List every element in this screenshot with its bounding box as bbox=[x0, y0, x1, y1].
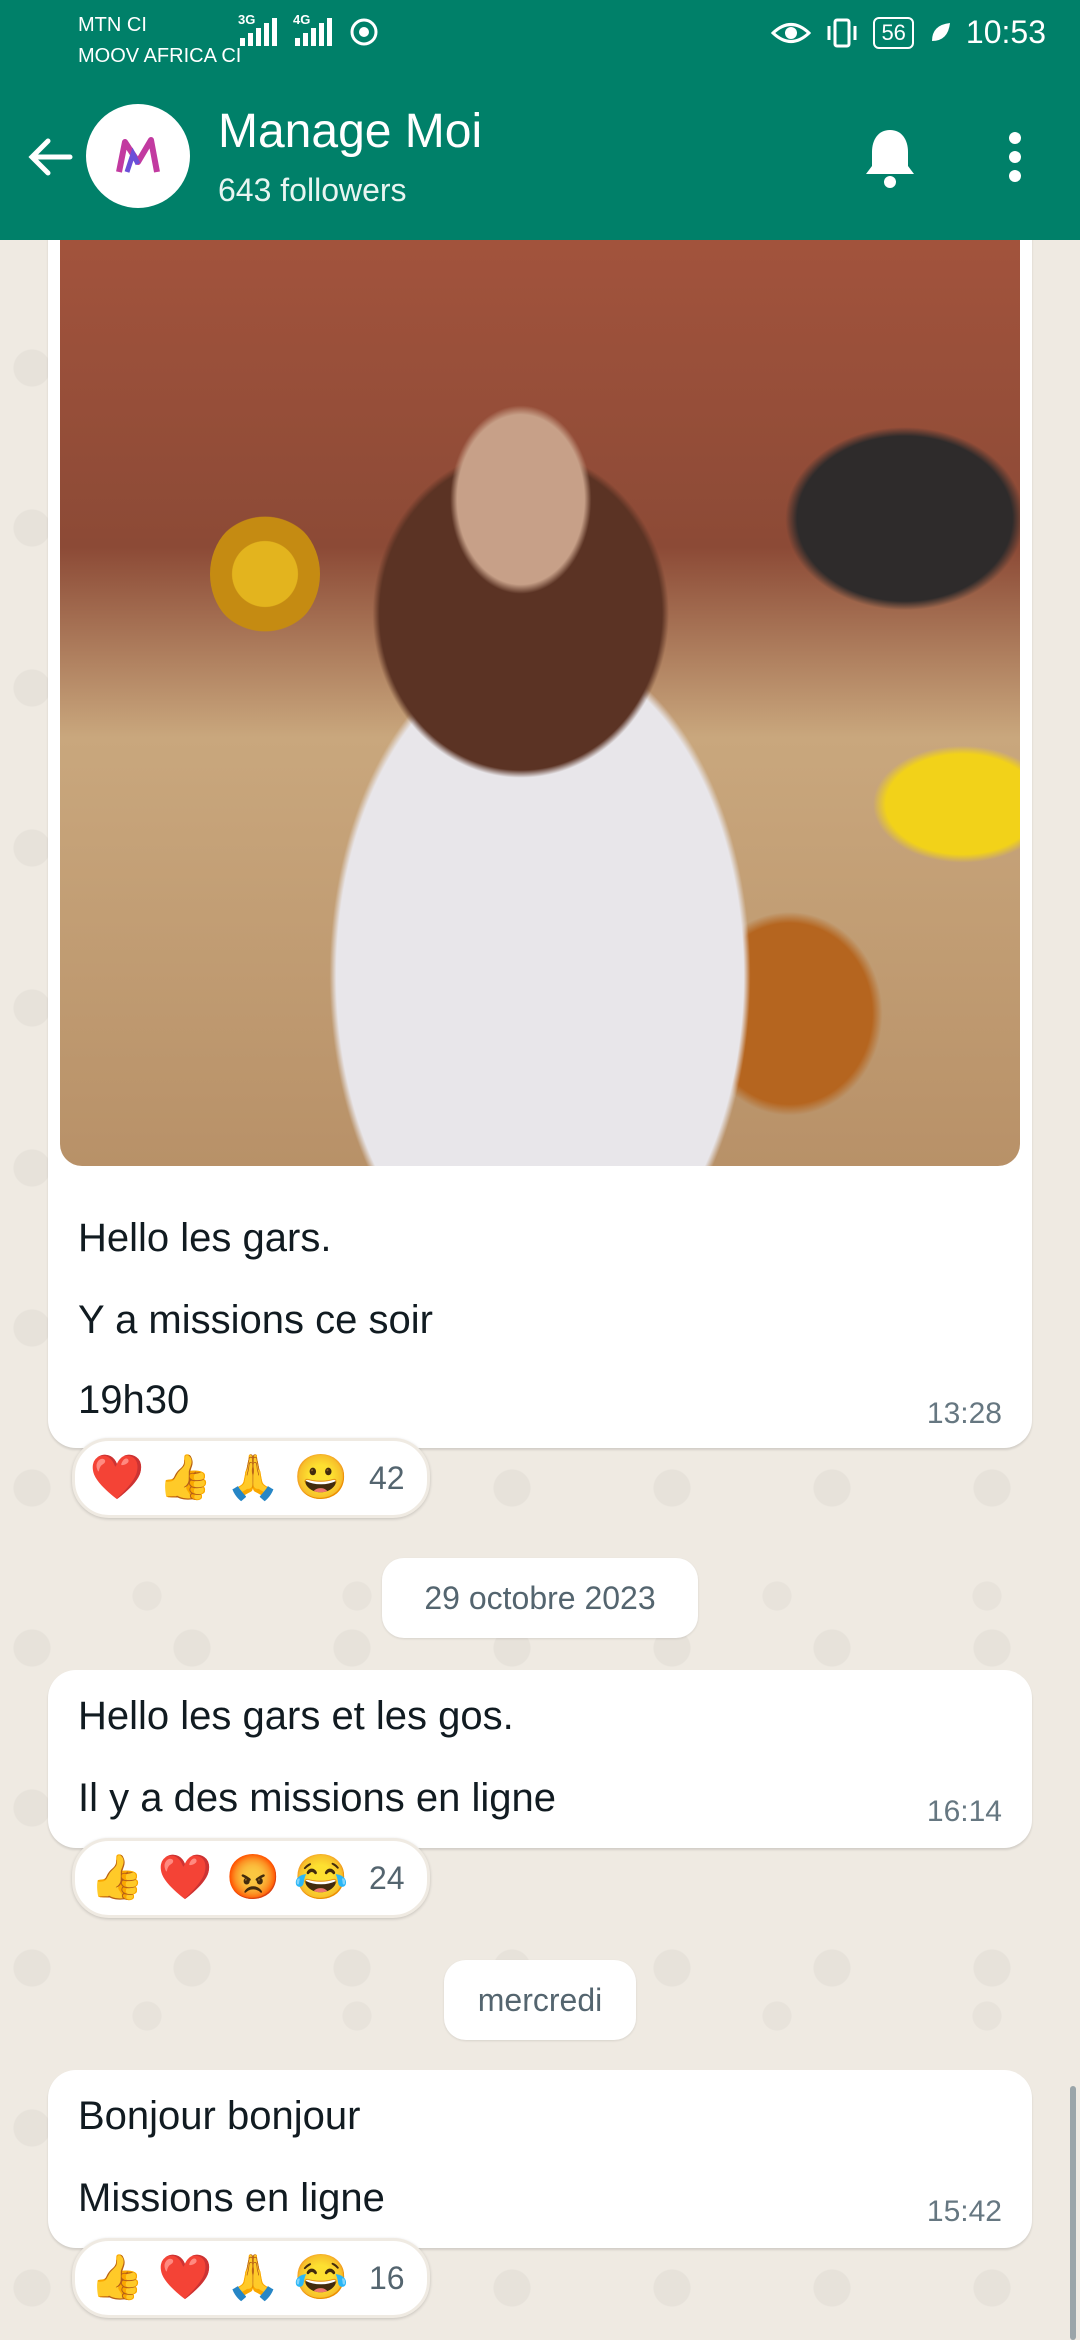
network-type-2: 4G bbox=[293, 12, 311, 27]
reaction-emoji: 🙏 bbox=[225, 1453, 281, 1502]
signal-indicators: 3G 4G bbox=[238, 12, 378, 46]
flower-decoration bbox=[210, 514, 320, 634]
leaf-icon bbox=[931, 22, 950, 41]
reaction-emoji: ❤️ bbox=[89, 1453, 145, 1502]
signal-icon: 4G bbox=[293, 12, 332, 46]
message-time: 15:42 bbox=[926, 2195, 1002, 2228]
message-text: Bonjour bonjour bbox=[78, 2094, 361, 2138]
reaction-emoji: 😂 bbox=[293, 1853, 349, 1902]
more-options-icon[interactable] bbox=[1000, 124, 1030, 190]
eye-icon bbox=[771, 22, 812, 43]
date-divider: mercredi bbox=[444, 1960, 636, 2040]
chat-header: Manage Moi 643 followers bbox=[0, 74, 1080, 240]
message-bubble[interactable]: Hello les gars. Y a missions ce soir 19h… bbox=[48, 210, 1032, 1448]
reaction-emoji: 😂 bbox=[293, 2253, 349, 2302]
reaction-emoji: ❤️ bbox=[157, 2253, 213, 2302]
reaction-emoji: 😡 bbox=[225, 1853, 281, 1902]
avatar[interactable] bbox=[86, 104, 190, 208]
message-text: Y a missions ce soir bbox=[78, 1298, 433, 1342]
reaction-emoji: 🙏 bbox=[225, 2253, 281, 2302]
message-time: 13:28 bbox=[926, 1397, 1002, 1430]
message-image[interactable] bbox=[60, 214, 1020, 1166]
carrier-1: MTN CI bbox=[78, 14, 147, 36]
message-text: Missions en ligne bbox=[78, 2176, 385, 2220]
manage-moi-logo-icon bbox=[116, 137, 160, 173]
back-arrow-icon[interactable] bbox=[22, 129, 78, 185]
app-header: MTN CI MOOV AFRICA CI 3G 4G 56 10:53 Man… bbox=[0, 0, 1080, 240]
scrollbar[interactable] bbox=[1070, 2086, 1076, 2340]
reactions-bar[interactable]: 👍 ❤️ 😡 😂 24 bbox=[72, 1838, 430, 1918]
vibrate-icon bbox=[827, 18, 857, 47]
message-text: Il y a des missions en ligne bbox=[78, 1776, 557, 1820]
bell-icon[interactable] bbox=[860, 124, 920, 190]
reactions-bar[interactable]: 👍 ❤️ 🙏 😂 16 bbox=[72, 2238, 430, 2318]
message-text: Hello les gars. bbox=[78, 1216, 332, 1260]
reaction-emoji: 👍 bbox=[89, 1853, 145, 1902]
date-divider: 29 octobre 2023 bbox=[382, 1558, 698, 1638]
status-bar: MTN CI MOOV AFRICA CI 3G 4G 56 10:53 bbox=[0, 0, 1080, 74]
clock: 10:53 bbox=[965, 14, 1046, 50]
message-bubble[interactable]: Hello les gars et les gos. Il y a des mi… bbox=[48, 1670, 1032, 1848]
reaction-emoji: 👍 bbox=[157, 1453, 213, 1502]
reaction-emoji: 👍 bbox=[89, 2253, 145, 2302]
reaction-emoji: 😀 bbox=[293, 1453, 349, 1502]
reaction-count: 42 bbox=[369, 1459, 405, 1496]
reactions-bar[interactable]: ❤️ 👍 🙏 😀 42 bbox=[72, 1438, 430, 1518]
message-time: 16:14 bbox=[926, 1795, 1002, 1828]
message-bubble[interactable]: Bonjour bonjour Missions en ligne 15:42 bbox=[48, 2070, 1032, 2248]
message-text: 19h30 bbox=[78, 1378, 190, 1422]
reaction-count: 24 bbox=[369, 1859, 405, 1896]
network-type-1: 3G bbox=[238, 12, 256, 27]
message-text: Hello les gars et les gos. bbox=[78, 1694, 514, 1738]
carrier-2: MOOV AFRICA CI bbox=[78, 45, 242, 67]
channel-title[interactable]: Manage Moi bbox=[218, 104, 482, 160]
signal-icon: 3G bbox=[238, 12, 277, 46]
carrier-labels: MTN CI MOOV AFRICA CI bbox=[78, 10, 241, 72]
followers-count[interactable]: 643 followers bbox=[218, 170, 407, 210]
chrome-icon bbox=[350, 18, 378, 46]
battery-icon: 56 bbox=[873, 16, 914, 49]
reaction-count: 16 bbox=[369, 2259, 405, 2296]
reaction-emoji: ❤️ bbox=[157, 1853, 213, 1902]
status-right: 56 10:53 bbox=[771, 14, 1046, 51]
